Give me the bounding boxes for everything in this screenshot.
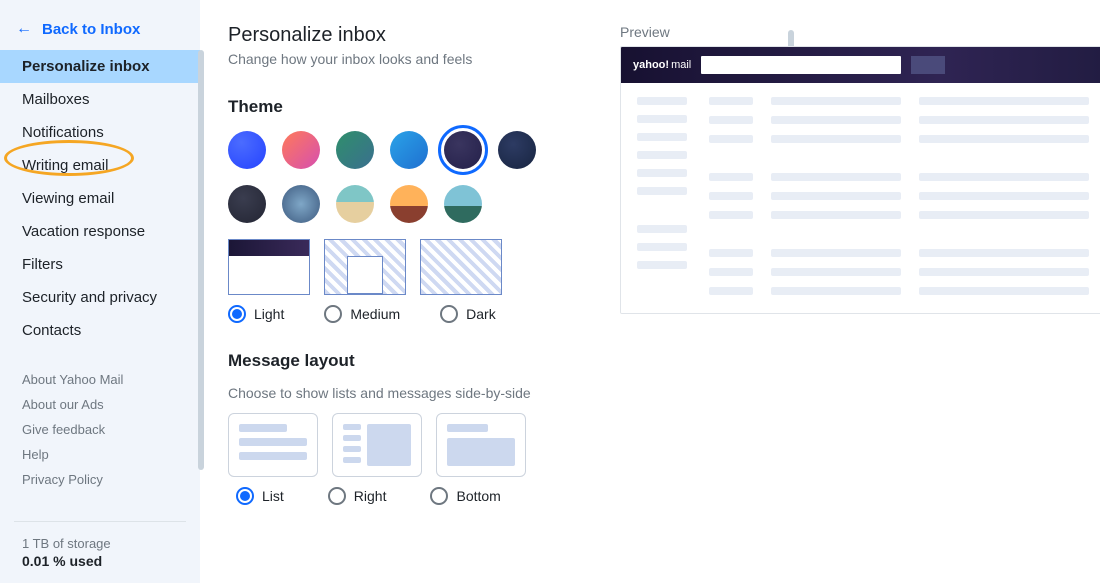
layout-tiles: [228, 413, 588, 477]
theme-swatch-dusk[interactable]: [390, 185, 428, 223]
storage-meter: 1 TB of storage 0.01 % used: [14, 521, 186, 569]
layout-radios: List Right Bottom: [228, 487, 588, 505]
layout-option-bottom[interactable]: Bottom: [430, 487, 500, 505]
radio-icon: [228, 305, 246, 323]
radio-label: Medium: [350, 306, 400, 322]
settings-column: Personalize inbox Change how your inbox …: [228, 24, 588, 583]
main-panel: Personalize inbox Change how your inbox …: [200, 0, 1100, 583]
sidebar-item-security-and-privacy[interactable]: Security and privacy: [0, 281, 200, 314]
preview-box: yahoo!mail: [620, 46, 1100, 314]
footer-link-privacy-policy[interactable]: Privacy Policy: [22, 467, 200, 492]
sidebar-item-mailboxes[interactable]: Mailboxes: [0, 83, 200, 116]
preview-list-row: [709, 249, 1100, 257]
footer-link-give-feedback[interactable]: Give feedback: [22, 417, 200, 442]
radio-label: List: [262, 488, 284, 504]
layout-option-right[interactable]: Right: [328, 487, 387, 505]
settings-sidebar: ← Back to Inbox Personalize inboxMailbox…: [0, 0, 200, 583]
theme-swatch-beach[interactable]: [336, 185, 374, 223]
footer-link-about-yahoo-mail[interactable]: About Yahoo Mail: [22, 367, 200, 392]
preview-list-row: [709, 287, 1100, 295]
preview-list-row: [709, 135, 1100, 143]
radio-icon: [440, 305, 458, 323]
sidebar-item-viewing-email[interactable]: Viewing email: [0, 182, 200, 215]
theme-mode-tiles: [228, 239, 588, 295]
preview-list-row: [709, 116, 1100, 124]
theme-mode-tile-dark[interactable]: [420, 239, 502, 295]
layout-tile-right[interactable]: [332, 413, 422, 477]
page-subtitle: Change how your inbox looks and feels: [228, 51, 588, 67]
radio-label: Right: [354, 488, 387, 504]
preview-search-input: [701, 56, 901, 74]
preview-list-row: [709, 192, 1100, 200]
theme-swatch-midnight[interactable]: [444, 131, 482, 169]
layout-heading: Message layout: [228, 351, 588, 371]
theme-heading: Theme: [228, 97, 588, 117]
sidebar-item-notifications[interactable]: Notifications: [0, 116, 200, 149]
preview-label: Preview: [620, 24, 1100, 40]
theme-mode-tile-medium[interactable]: [324, 239, 406, 295]
preview-column: Preview yahoo!mail: [620, 24, 1100, 583]
theme-swatch-forest[interactable]: [336, 131, 374, 169]
footer-links: About Yahoo MailAbout our AdsGive feedba…: [0, 367, 200, 492]
back-link-label: Back to Inbox: [42, 21, 140, 38]
radio-label: Light: [254, 306, 284, 322]
preview-search-button: [911, 56, 945, 74]
sidebar-item-filters[interactable]: Filters: [0, 248, 200, 281]
preview-list-row: [709, 173, 1100, 181]
preview-body: [621, 83, 1100, 313]
radio-icon: [236, 487, 254, 505]
footer-link-about-our-ads[interactable]: About our Ads: [22, 392, 200, 417]
radio-icon: [324, 305, 342, 323]
preview-list: [709, 97, 1100, 295]
sidebar-item-writing-email[interactable]: Writing email: [0, 149, 200, 182]
arrow-left-icon: ←: [16, 20, 32, 38]
preview-list-row: [709, 211, 1100, 219]
radio-label: Dark: [466, 306, 496, 322]
footer-link-help[interactable]: Help: [22, 442, 200, 467]
theme-mode-option-light[interactable]: Light: [228, 305, 284, 323]
theme-swatch-mountains[interactable]: [282, 185, 320, 223]
preview-list-row: [709, 97, 1100, 105]
preview-header: yahoo!mail: [621, 47, 1100, 83]
layout-tile-bottom[interactable]: [436, 413, 526, 477]
theme-mode-tile-light[interactable]: [228, 239, 310, 295]
theme-mode-option-dark[interactable]: Dark: [440, 305, 496, 323]
preview-list-row: [709, 268, 1100, 276]
theme-swatch-blue[interactable]: [228, 131, 266, 169]
theme-swatches: [228, 131, 588, 223]
theme-swatch-navy[interactable]: [498, 131, 536, 169]
radio-label: Bottom: [456, 488, 500, 504]
radio-icon: [430, 487, 448, 505]
yahoo-mail-logo: yahoo!mail: [633, 59, 691, 71]
preview-sidebar: [637, 97, 687, 295]
page-title: Personalize inbox: [228, 24, 588, 47]
settings-nav: Personalize inboxMailboxesNotificationsW…: [0, 50, 200, 347]
theme-swatch-sky[interactable]: [390, 131, 428, 169]
theme-mode-option-medium[interactable]: Medium: [324, 305, 400, 323]
layout-option-list[interactable]: List: [236, 487, 284, 505]
sidebar-item-vacation-response[interactable]: Vacation response: [0, 215, 200, 248]
radio-icon: [328, 487, 346, 505]
theme-swatch-graphite[interactable]: [228, 185, 266, 223]
sidebar-item-personalize-inbox[interactable]: Personalize inbox: [0, 50, 200, 83]
layout-subtitle: Choose to show lists and messages side-b…: [228, 385, 588, 401]
sidebar-item-contacts[interactable]: Contacts: [0, 314, 200, 347]
back-to-inbox-link[interactable]: ← Back to Inbox: [0, 14, 200, 50]
layout-tile-list[interactable]: [228, 413, 318, 477]
storage-used: 0.01 % used: [22, 553, 186, 569]
theme-swatch-sunset[interactable]: [282, 131, 320, 169]
theme-swatch-lake[interactable]: [444, 185, 482, 223]
storage-capacity: 1 TB of storage: [22, 536, 186, 551]
theme-mode-radios: Light Medium Dark: [228, 305, 588, 323]
